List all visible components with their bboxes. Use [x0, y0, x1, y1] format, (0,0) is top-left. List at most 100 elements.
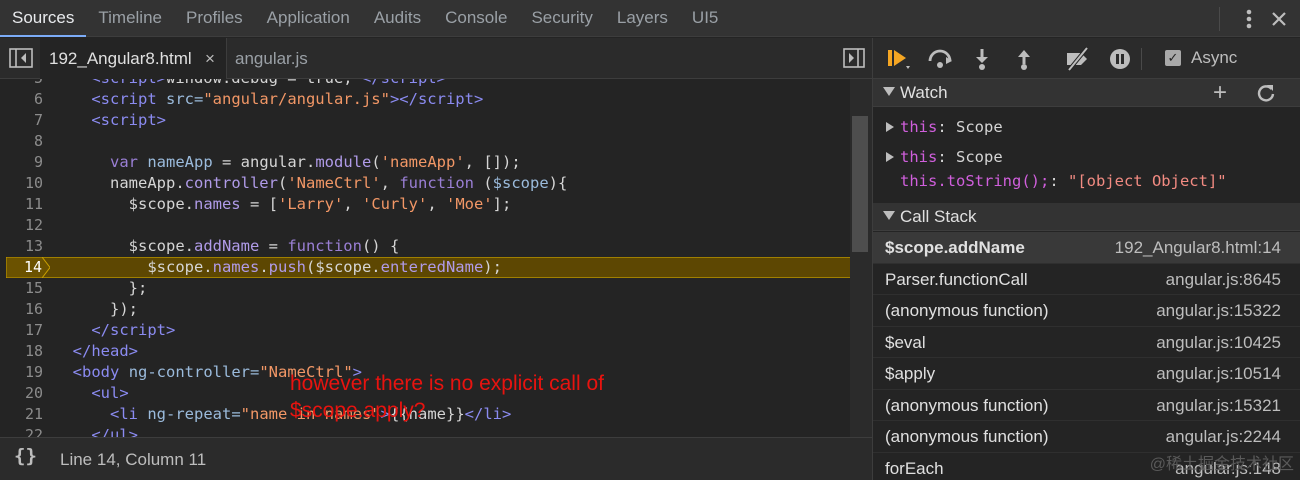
watch-expression: this: [900, 148, 938, 166]
frame-location[interactable]: angular.js:10425: [1156, 333, 1281, 353]
call-stack-list: $scope.addName 192_Angular8.html:14 Pars…: [873, 232, 1300, 480]
watch-item[interactable]: this: Scope: [873, 146, 1300, 170]
expand-triangle-icon: [883, 87, 895, 96]
tab-profiles[interactable]: Profiles: [174, 0, 255, 37]
cursor-position: Line 14, Column 11: [60, 450, 207, 469]
frame-function: (anonymous function): [885, 301, 1049, 320]
frame-function: forEach: [885, 458, 944, 478]
code-line: };: [54, 279, 148, 297]
file-tab[interactable]: angular.js: [235, 38, 308, 79]
line-number[interactable]: 19: [0, 362, 50, 383]
more-vert-icon[interactable]: [1234, 4, 1264, 34]
file-tab-label: 192_Angular8.html: [49, 49, 192, 68]
line-number[interactable]: 10: [0, 173, 50, 194]
watch-section-header[interactable]: Watch +: [873, 79, 1300, 107]
line-number[interactable]: 20: [0, 383, 50, 404]
step-over-icon[interactable]: [927, 46, 953, 72]
devtools-panel-tabbar: Sources Timeline Profiles Application Au…: [0, 0, 1300, 37]
resume-icon[interactable]: [885, 46, 911, 72]
watch-item[interactable]: this: Scope: [873, 116, 1300, 140]
watch-separator: :: [937, 148, 956, 166]
call-frame[interactable]: Parser.functionCall angular.js:8645: [873, 264, 1300, 295]
watch-expression: this.toString();: [900, 172, 1050, 190]
frame-location[interactable]: angular.js:15321: [1156, 396, 1281, 416]
line-number[interactable]: 22: [0, 425, 50, 437]
code-line: </script>: [91, 321, 176, 339]
code-line-current: $scope.names.push($scope.enteredName);: [54, 258, 502, 276]
call-stack-section-header[interactable]: Call Stack: [873, 203, 1300, 231]
call-frame[interactable]: $apply angular.js:10514: [873, 358, 1300, 390]
line-number[interactable]: 6: [0, 89, 50, 110]
frame-location[interactable]: angular.js:10514: [1156, 364, 1281, 384]
code-line: });: [54, 300, 138, 318]
frame-function: (anonymous function): [885, 427, 1049, 446]
panel-tabs: Sources Timeline Profiles Application Au…: [0, 0, 730, 37]
close-tab-icon[interactable]: ×: [205, 38, 215, 79]
frame-location[interactable]: 192_Angular8.html:14: [1115, 238, 1281, 258]
watch-title: Watch: [900, 83, 948, 102]
watch-item[interactable]: this.toString();: "[object Object]": [873, 170, 1300, 194]
async-checkbox[interactable]: ✓: [1165, 50, 1181, 66]
watch-expression: this: [900, 118, 938, 136]
watch-value: Scope: [956, 118, 1003, 136]
line-number[interactable]: 9: [0, 152, 50, 173]
file-tab-active[interactable]: 192_Angular8.html ×: [40, 38, 227, 79]
expand-arrow-icon[interactable]: [886, 152, 894, 162]
add-watch-icon[interactable]: +: [1213, 80, 1227, 106]
step-into-icon[interactable]: [969, 46, 995, 72]
tab-sources[interactable]: Sources: [0, 0, 87, 37]
toggle-debugger-icon[interactable]: [842, 47, 866, 69]
tab-console[interactable]: Console: [433, 0, 519, 37]
frame-location[interactable]: angular.js:8645: [1166, 270, 1281, 290]
frame-function: $scope.addName: [885, 238, 1025, 257]
call-frame[interactable]: (anonymous function) angular.js:15322: [873, 295, 1300, 327]
tab-audits[interactable]: Audits: [362, 0, 433, 37]
call-frame[interactable]: (anonymous function) angular.js:15321: [873, 390, 1300, 421]
refresh-icon[interactable]: [1256, 83, 1276, 103]
line-number[interactable]: 17: [0, 320, 50, 341]
line-number[interactable]: 15: [0, 278, 50, 299]
code-editor[interactable]: 5 6 7 8 9 10 11 12 13 14 15 16 17 18 19 …: [0, 79, 850, 437]
frame-location[interactable]: angular.js:15322: [1156, 301, 1281, 321]
annotation-line: $scope.apply?: [290, 399, 426, 422]
line-number[interactable]: 21: [0, 404, 50, 425]
tab-ui5[interactable]: UI5: [680, 0, 730, 37]
line-number[interactable]: 11: [0, 194, 50, 215]
toggle-navigator-icon[interactable]: [8, 47, 34, 69]
tab-timeline[interactable]: Timeline: [86, 0, 174, 37]
call-frame-selected[interactable]: $scope.addName 192_Angular8.html:14: [873, 232, 1300, 264]
frame-function: $apply: [885, 364, 936, 383]
line-number[interactable]: 7: [0, 110, 50, 131]
editor-tabbar: 192_Angular8.html × angular.js: [0, 38, 872, 79]
scrollbar-thumb[interactable]: [852, 116, 868, 252]
code-line: $scope.addName = function() {: [54, 237, 400, 255]
line-number[interactable]: 12: [0, 215, 50, 236]
step-out-icon[interactable]: [1011, 46, 1037, 72]
code-line: $scope.names = ['Larry', 'Curly', 'Moe']…: [54, 195, 512, 213]
deactivate-breakpoints-icon[interactable]: [1063, 46, 1089, 72]
code-line: <script>window.debug = true; </script>: [54, 79, 850, 89]
red-annotation: however there is no explicit call of $sc…: [290, 370, 710, 424]
watch-separator: :: [937, 118, 956, 136]
line-number[interactable]: 5: [0, 79, 50, 89]
expand-arrow-icon[interactable]: [886, 122, 894, 132]
line-number[interactable]: 8: [0, 131, 50, 152]
line-number[interactable]: 18: [0, 341, 50, 362]
tab-layers[interactable]: Layers: [605, 0, 680, 37]
line-number[interactable]: 13: [0, 236, 50, 257]
editor-scrollbar[interactable]: [850, 79, 872, 437]
watch-value: Scope: [956, 148, 1003, 166]
pause-on-exceptions-icon[interactable]: [1107, 46, 1133, 72]
call-frame[interactable]: $eval angular.js:10425: [873, 327, 1300, 358]
pretty-print-button[interactable]: {}: [14, 445, 37, 467]
frame-location[interactable]: angular.js:2244: [1166, 427, 1281, 447]
call-frame[interactable]: (anonymous function) angular.js:2244: [873, 421, 1300, 453]
line-number[interactable]: 16: [0, 299, 50, 320]
tab-security[interactable]: Security: [519, 0, 604, 37]
close-icon[interactable]: [1264, 4, 1294, 34]
code-line: var nameApp = angular.module('nameApp', …: [110, 153, 521, 171]
divider: [1141, 48, 1142, 70]
code-line: <script>: [91, 111, 166, 129]
tab-application[interactable]: Application: [255, 0, 362, 37]
